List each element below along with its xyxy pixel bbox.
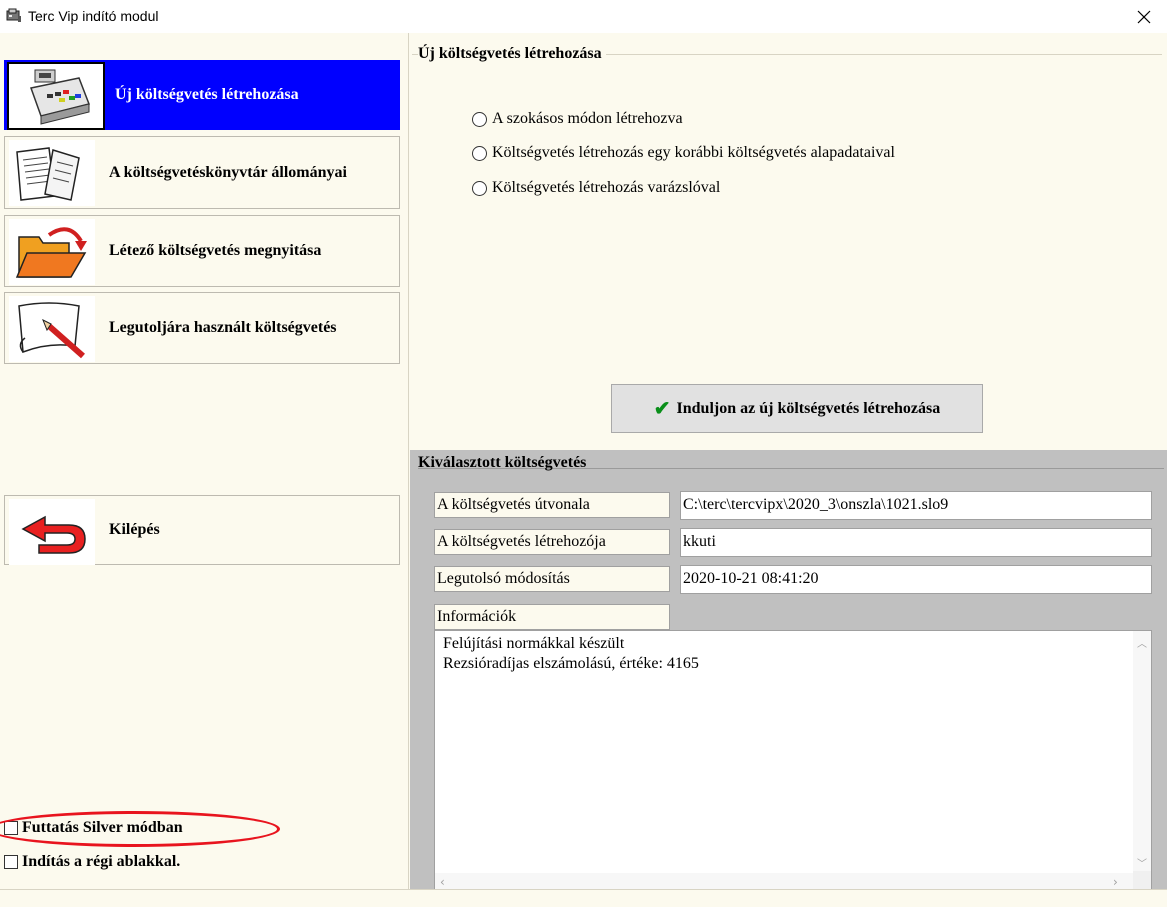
radio-wizard-label: Költségvetés létrehozás varázslóval bbox=[492, 179, 721, 196]
exit-label: Kilépés bbox=[109, 521, 160, 538]
window-title: Terc Vip indító modul bbox=[28, 8, 159, 24]
app-icon bbox=[6, 8, 21, 22]
radio-standard-label: A szokásos módon létrehozva bbox=[492, 110, 683, 127]
cash-register-icon bbox=[7, 62, 105, 130]
silver-mode-box[interactable] bbox=[4, 821, 18, 835]
exit-button[interactable]: Kilépés bbox=[4, 495, 400, 565]
path-value: C:\terc\tercvipx\2020_3\onszla\1021.slo9 bbox=[680, 491, 1152, 520]
start-creation-button[interactable]: ✔ Induljon az új költségvetés létrehozás… bbox=[611, 384, 983, 433]
back-arrow-icon bbox=[9, 499, 95, 565]
vertical-scrollbar[interactable]: ︿ ﹀ bbox=[1133, 631, 1151, 873]
old-window-box[interactable] bbox=[4, 855, 18, 869]
radio-from-previous[interactable]: Költségvetés létrehozás egy korábbi költ… bbox=[472, 144, 895, 162]
path-label: A költségvetés útvonala bbox=[434, 492, 670, 518]
info-line: Felújítási normákkal készült bbox=[443, 635, 625, 652]
window-body: Új költségvetés létrehozása A költségvet… bbox=[0, 33, 1167, 907]
new-budget-group: Új költségvetés létrehozása A szokásos m… bbox=[410, 33, 1167, 450]
scroll-corner bbox=[1133, 871, 1151, 891]
old-window-label: Indítás a régi ablakkal. bbox=[22, 853, 181, 870]
last-used-budget-label: Legutoljára használt költségvetés bbox=[109, 319, 337, 336]
info-text: Felújítási normákkal készült Rezsióradíj… bbox=[443, 634, 699, 674]
check-icon: ✔ bbox=[653, 398, 671, 420]
open-folder-icon bbox=[9, 219, 95, 285]
radio-from-previous-circle[interactable] bbox=[472, 145, 487, 161]
new-budget-group-title: Új költségvetés létrehozása bbox=[418, 45, 606, 63]
title-bar: Terc Vip indító modul bbox=[0, 0, 1167, 33]
info-textarea[interactable]: Felújítási normákkal készült Rezsióradíj… bbox=[434, 630, 1152, 892]
selected-budget-inner: A költségvetés útvonala C:\terc\tercvipx… bbox=[418, 468, 1164, 892]
modified-value: 2020-10-21 08:41:20 bbox=[680, 565, 1152, 594]
creator-label: A költségvetés létrehozója bbox=[434, 529, 670, 555]
info-line: Rezsióradíjas elszámolású, értéke: 4165 bbox=[443, 655, 699, 672]
silver-mode-label: Futtatás Silver módban bbox=[22, 819, 183, 836]
info-label: Információk bbox=[434, 604, 670, 630]
status-strip bbox=[0, 889, 1167, 907]
scroll-left-icon[interactable]: ‹ bbox=[440, 875, 445, 889]
start-creation-label: Induljon az új költségvetés létrehozása bbox=[676, 399, 941, 417]
open-budget-button[interactable]: Létező költségvetés megnyitása bbox=[4, 215, 400, 287]
creator-value: kkuti bbox=[680, 528, 1152, 557]
last-used-budget-button[interactable]: Legutoljára használt költségvetés bbox=[4, 292, 400, 364]
close-button[interactable] bbox=[1121, 0, 1167, 33]
budget-library-label: A költségvetéskönyvtár állományai bbox=[109, 163, 347, 181]
radio-wizard-circle[interactable] bbox=[472, 180, 487, 196]
radio-standard-circle[interactable] bbox=[472, 111, 487, 127]
new-budget-label: Új költségvetés létrehozása bbox=[115, 86, 299, 103]
silver-mode-checkbox[interactable]: Futtatás Silver módban bbox=[4, 819, 183, 837]
paper-pencil-icon bbox=[9, 296, 95, 362]
modified-label: Legutolsó módosítás bbox=[434, 566, 670, 592]
documents-icon bbox=[9, 140, 95, 206]
radio-wizard[interactable]: Költségvetés létrehozás varázslóval bbox=[472, 179, 720, 197]
scroll-down-icon[interactable]: ﹀ bbox=[1137, 855, 1147, 870]
budget-library-button[interactable]: A költségvetéskönyvtár állományai bbox=[4, 136, 400, 209]
radio-standard[interactable]: A szokásos módon létrehozva bbox=[472, 110, 683, 128]
open-budget-label: Létező költségvetés megnyitása bbox=[109, 242, 322, 259]
scroll-up-icon[interactable]: ︿ bbox=[1137, 635, 1147, 650]
scroll-right-icon[interactable]: › bbox=[1113, 875, 1118, 889]
selected-budget-group-title: Kiválasztott költségvetés bbox=[418, 454, 587, 471]
close-icon bbox=[1137, 10, 1151, 23]
old-window-checkbox[interactable]: Indítás a régi ablakkal. bbox=[4, 853, 180, 871]
radio-from-previous-label: Költségvetés létrehozás egy korábbi költ… bbox=[492, 144, 895, 161]
selected-budget-group: A költségvetés útvonala C:\terc\tercvipx… bbox=[410, 450, 1167, 892]
new-budget-button[interactable]: Új költségvetés létrehozása bbox=[4, 60, 400, 130]
left-panel: Új költségvetés létrehozása A költségvet… bbox=[0, 33, 409, 889]
